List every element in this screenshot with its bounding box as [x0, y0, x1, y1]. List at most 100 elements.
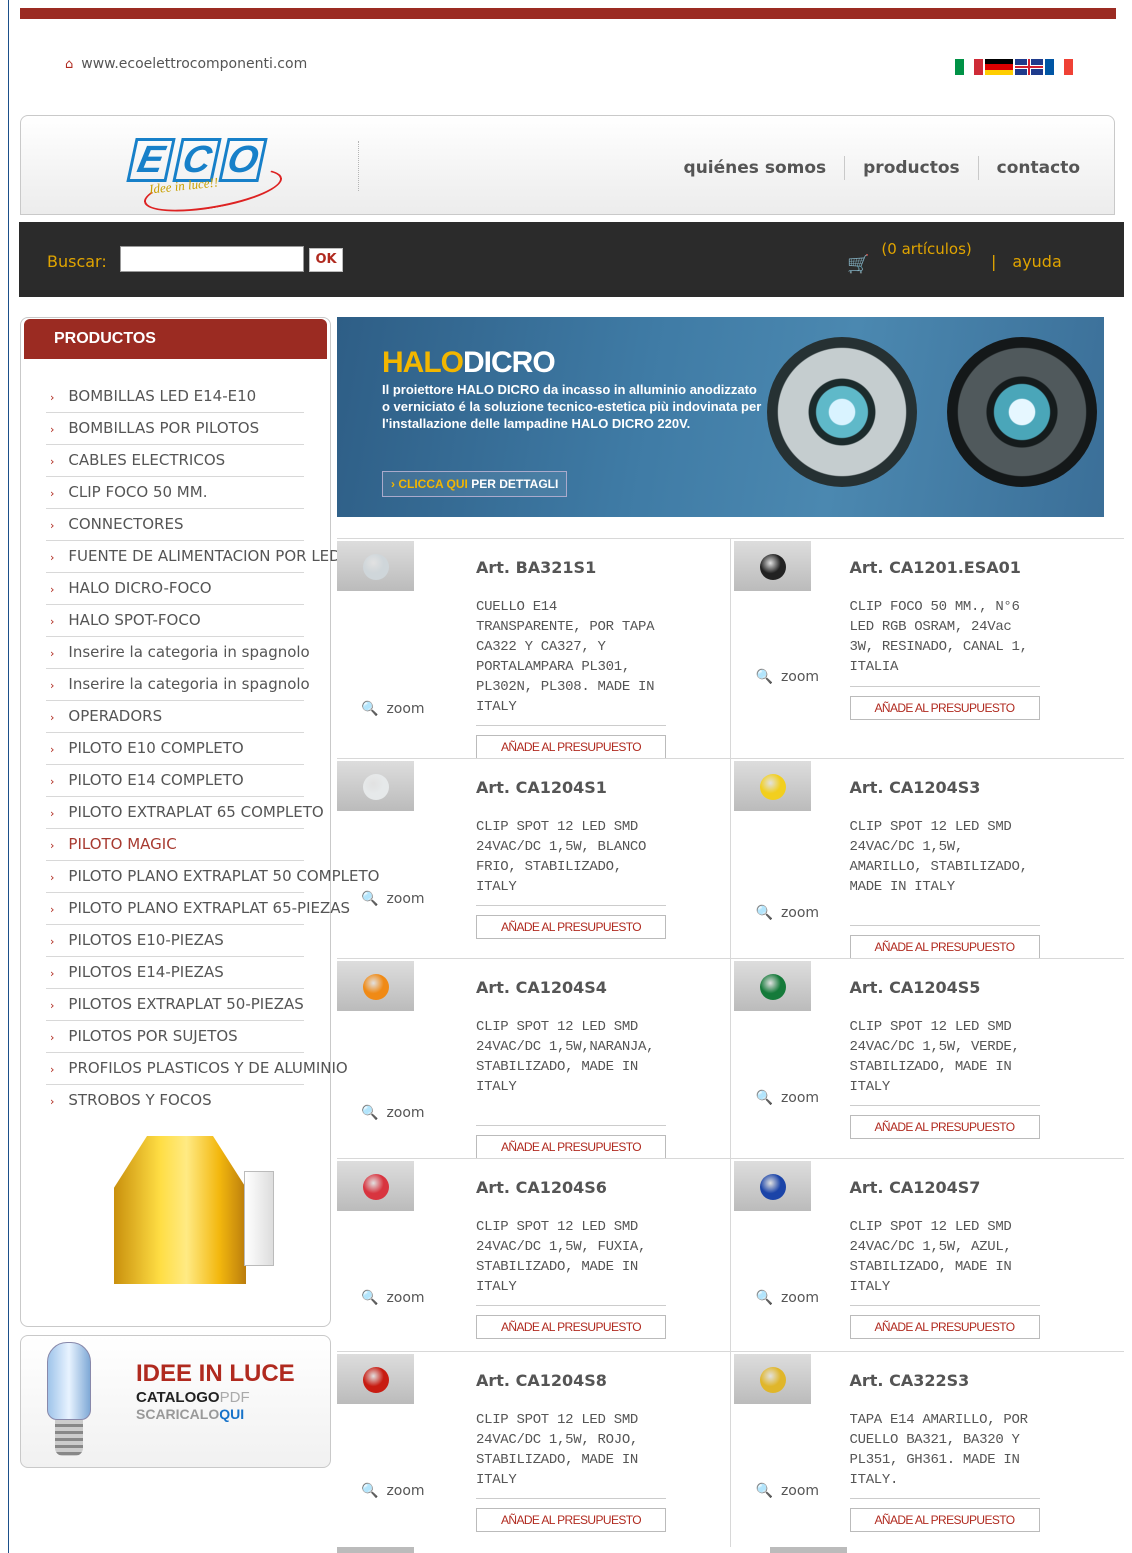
help-area: | ayuda [991, 252, 1062, 271]
product-thumbnail[interactable] [337, 761, 414, 811]
category-item[interactable]: › HALO DICRO-FOCO [46, 573, 304, 605]
category-item[interactable]: › PILOTOS POR SUJETOS [46, 1021, 304, 1053]
category-item[interactable]: › FUENTE DE ALIMENTACION POR LED [46, 541, 341, 573]
category-item[interactable]: › CABLES ELECTRICOS [46, 445, 304, 477]
divider [849, 1305, 1040, 1306]
product-code[interactable]: Art. CA1204S4 [476, 978, 607, 997]
product-code[interactable]: Art. CA322S3 [850, 1371, 970, 1390]
zoom-link[interactable]: 🔍 zoom [361, 1483, 425, 1499]
category-item[interactable]: › OPERADORS [46, 701, 304, 733]
product-code[interactable]: Art. CA1204S6 [476, 1178, 607, 1197]
search-ok-button[interactable]: OK [309, 248, 343, 272]
halo-dicro-banner[interactable]: HALODICRO Il proiettore HALO DICRO da in… [337, 317, 1104, 517]
product-code[interactable]: Art. CA1201.ESA01 [850, 558, 1021, 577]
product-code[interactable]: Art. BA321S1 [476, 558, 596, 577]
category-item[interactable]: › CLIP FOCO 50 MM. [46, 477, 304, 509]
magnifier-icon: 🔍 [755, 669, 773, 685]
zoom-link[interactable]: 🔍 zoom [756, 1290, 820, 1306]
product-card: Art. BA321S1 CUELLO E14 TRANSPARENTE, PO… [337, 539, 731, 759]
search-input[interactable] [120, 246, 304, 272]
category-item[interactable]: › PROFILOS PLASTICOS Y DE ALUMINIO [46, 1053, 348, 1085]
product-thumbnail[interactable] [337, 961, 414, 1011]
site-url-link[interactable]: ⌂ www.ecoelettrocomponenti.com [65, 56, 307, 72]
zoom-link[interactable]: 🔍 zoom [361, 891, 425, 907]
magnifier-icon: 🔍 [755, 1483, 773, 1499]
zoom-link[interactable]: 🔍 zoom [361, 1105, 425, 1121]
add-to-quote-button[interactable]: AÑADE AL PRESUPUESTO [476, 915, 666, 939]
product-color-dot [363, 1367, 389, 1393]
add-to-quote-button[interactable]: AÑADE AL PRESUPUESTO [476, 1508, 666, 1532]
add-to-quote-button[interactable]: AÑADE AL PRESUPUESTO [849, 1315, 1040, 1339]
category-item[interactable]: › Inserire la categoria in spagnolo [46, 637, 310, 669]
product-thumbnail[interactable] [337, 541, 414, 591]
category-item[interactable]: › Inserire la categoria in spagnolo [46, 669, 310, 701]
product-description: CLIP SPOT 12 LED SMD 24VAC/DC 1,5W,NARAN… [476, 1019, 655, 1095]
add-to-quote-button[interactable]: AÑADE AL PRESUPUESTO [849, 696, 1040, 720]
product-thumbnail[interactable] [337, 1161, 414, 1211]
nav-contact[interactable]: contacto [979, 158, 1098, 178]
eco-logo[interactable]: E C O Idee in luce!! [121, 138, 286, 220]
product-thumbnail[interactable] [733, 1161, 811, 1211]
product-thumbnail[interactable] [733, 961, 811, 1011]
zoom-link[interactable]: 🔍 zoom [361, 701, 425, 717]
banner-title: HALODICRO [382, 346, 556, 379]
german-flag-icon[interactable] [985, 59, 1013, 75]
add-to-quote-button[interactable]: AÑADE AL PRESUPUESTO [849, 935, 1040, 959]
product-card: Art. CA1204S6 CLIP SPOT 12 LED SMD 24VAC… [337, 1159, 731, 1351]
add-to-quote-button[interactable]: AÑADE AL PRESUPUESTO [476, 1315, 666, 1339]
category-item[interactable]: › PILOTO EXTRAPLAT 65 COMPLETO [46, 797, 324, 829]
nav-products[interactable]: productos [845, 158, 978, 178]
add-to-quote-button[interactable]: AÑADE AL PRESUPUESTO [476, 735, 666, 759]
add-to-quote-button[interactable]: AÑADE AL PRESUPUESTO [476, 1135, 666, 1159]
product-code[interactable]: Art. CA1204S5 [850, 978, 981, 997]
product-grid: Art. BA321S1 CUELLO E14 TRANSPARENTE, PO… [337, 538, 1124, 1547]
help-link[interactable]: ayuda [1012, 252, 1061, 271]
french-flag-icon[interactable] [1045, 59, 1073, 75]
arrow-icon: › [50, 455, 55, 468]
category-list: › BOMBILLAS LED E14-E10 › BOMBILLAS POR PI… [46, 381, 379, 1117]
category-item[interactable]: › PILOTO PLANO EXTRAPLAT 65-PIEZAS [46, 893, 350, 925]
product-code[interactable]: Art. CA1204S8 [476, 1371, 607, 1390]
category-item[interactable]: › PILOTO MAGIC [46, 829, 304, 861]
zoom-link[interactable]: 🔍 zoom [756, 1483, 820, 1499]
arrow-icon: › [50, 807, 55, 820]
category-item[interactable]: › PILOTOS E10-PIEZAS [46, 925, 304, 957]
product-code[interactable]: Art. CA1204S7 [850, 1178, 981, 1197]
category-item[interactable]: › BOMBILLAS LED E14-E10 [46, 381, 304, 413]
zoom-link[interactable]: 🔍 zoom [756, 1090, 820, 1106]
category-item[interactable]: › BOMBILLAS POR PILOTOS [46, 413, 304, 445]
category-item[interactable]: › PILOTOS E14-PIEZAS [46, 957, 304, 989]
category-item[interactable]: › PILOTOS EXTRAPLAT 50-PIEZAS [46, 989, 304, 1021]
zoom-link[interactable]: 🔍 zoom [361, 1290, 425, 1306]
product-thumbnail[interactable] [733, 761, 811, 811]
product-thumbnail[interactable] [337, 1354, 414, 1404]
category-item[interactable]: › STROBOS Y FOCOS [46, 1085, 304, 1117]
add-to-quote-button[interactable]: AÑADE AL PRESUPUESTO [849, 1508, 1040, 1532]
category-item[interactable]: › PILOTO PLANO EXTRAPLAT 50 COMPLETO [46, 861, 379, 893]
product-description: CLIP SPOT 12 LED SMD 24VAC/DC 1,5W, VERD… [849, 1019, 1020, 1095]
zoom-link[interactable]: 🔍 zoom [756, 669, 820, 685]
product-code[interactable]: Art. CA1204S1 [476, 778, 607, 797]
product-color-dot [363, 1174, 389, 1200]
product-color-dot [759, 1367, 786, 1393]
promo-catalog: CATALOGOPDF [136, 1389, 250, 1406]
arrow-icon: › [50, 615, 55, 628]
zoom-link[interactable]: 🔍 zoom [756, 905, 820, 921]
category-item[interactable]: › PILOTO E10 COMPLETO [46, 733, 304, 765]
banner-details-button[interactable]: › CLICCA QUI PER DETTAGLI [382, 471, 568, 497]
category-item[interactable]: › CONNECTORES [46, 509, 304, 541]
add-to-quote-button[interactable]: AÑADE AL PRESUPUESTO [849, 1115, 1040, 1139]
italian-flag-icon[interactable] [955, 59, 983, 75]
catalog-promo[interactable]: IDEE IN LUCE CATALOGOPDF SCARICALOQUI [20, 1335, 331, 1468]
product-code[interactable]: Art. CA1204S3 [850, 778, 981, 797]
product-row: Art. CA1204S8 CLIP SPOT 12 LED SMD 24VAC… [337, 1351, 1124, 1547]
magnifier-icon: 🔍 [361, 701, 379, 717]
cart-link[interactable]: 🛒 (0 artículos) [847, 240, 981, 275]
category-item[interactable]: › HALO SPOT-FOCO [46, 605, 304, 637]
product-thumbnail[interactable] [733, 541, 811, 591]
magnifier-icon: 🔍 [755, 905, 773, 921]
uk-flag-icon[interactable] [1015, 59, 1043, 75]
nav-about[interactable]: quiénes somos [666, 158, 845, 178]
category-item[interactable]: › PILOTO E14 COMPLETO [46, 765, 304, 797]
product-thumbnail[interactable] [733, 1354, 811, 1404]
